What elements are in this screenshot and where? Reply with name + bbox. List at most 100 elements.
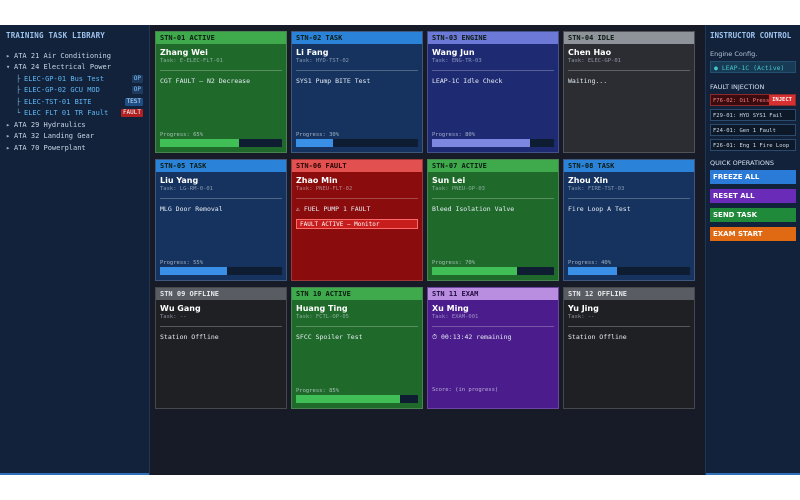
reset-button[interactable]: RESET ALL — [710, 189, 796, 203]
progress-label: Progress: 40% — [568, 260, 612, 266]
quick-ops-title: QUICK OPERATIONS — [710, 159, 774, 167]
task-type-badge: OP — [131, 74, 143, 83]
task-library-title: TRAINING TASK LIBRARY — [6, 31, 106, 40]
progress-fill — [160, 267, 228, 275]
task-description: ⚠ FUEL PUMP 1 FAULT — [296, 205, 371, 213]
station-card[interactable]: STN-06 FAULT Zhao Min Task: PNEU-FLT-02 ⚠ F… — [291, 159, 423, 281]
fault-injection-title: FAULT INJECTION — [710, 83, 765, 91]
task-code: Task: HYD-TST-02 — [296, 58, 418, 71]
task-tree: ▸ ATA 21 Air Conditioning ▾ ATA 24 Electric… — [6, 50, 143, 154]
panel-accent-line — [706, 473, 800, 475]
trainee-name: Li Fang — [296, 48, 329, 57]
trainee-name: Sun Lei — [432, 176, 466, 185]
progress-bar — [160, 267, 282, 275]
trainee-name: Yu Jing — [568, 304, 599, 313]
station-card[interactable]: STN-05 TASK Liu Yang Task: LG-RM-0-01 MLG D… — [155, 159, 287, 281]
tree-bullet-icon: ▸ — [6, 143, 11, 152]
progress-bar — [296, 139, 418, 147]
station-card[interactable]: STN 12 OFFLINE Yu Jing Task: -- Station Off… — [563, 287, 695, 409]
task-code: Task: EXAM-001 — [432, 314, 554, 327]
trainee-name: Huang Ting — [296, 304, 348, 313]
freeze-button[interactable]: FREEZE ALL — [710, 170, 796, 184]
station-header: STN-02 TASK — [292, 32, 422, 44]
fault-injection-item[interactable]: F24-01: Gen 1 Fault — [710, 124, 796, 136]
station-header: STN-07 ACTIVE — [428, 160, 558, 172]
station-header: STN-08 TASK — [564, 160, 694, 172]
progress-label: Progress: 85% — [296, 388, 340, 394]
task-library-panel: TRAINING TASK LIBRARY ▸ ATA 21 Air Condit… — [0, 25, 150, 475]
station-card[interactable]: STN 10 ACTIVE Huang Ting Task: FCTL-OP-05 S… — [291, 287, 423, 409]
panel-accent-line — [0, 473, 149, 475]
station-card[interactable]: STN-08 TASK Zhou Xin Task: FIRE-TST-03 Fire… — [563, 159, 695, 281]
progress-label: Progress: 30% — [296, 132, 340, 138]
trainee-name: Xu Ming — [432, 304, 469, 313]
tree-item-label: ATA 70 Powerplant — [14, 143, 86, 152]
fault-injection-item[interactable]: F26-01: Eng 1 Fire Loop — [710, 139, 796, 151]
ata-chapter-item[interactable]: ▸ ATA 32 Landing Gear — [6, 131, 143, 143]
task-code: Task: PNEU-OP-03 — [432, 186, 554, 199]
progress-bar — [432, 139, 554, 147]
task-code: Task: LG-RM-0-01 — [160, 186, 282, 199]
fault-injection-item[interactable]: F29-01: HYD SYS1 Fail — [710, 109, 796, 121]
task-item[interactable]: ├ ELEC-TST-01 BITE TEST — [6, 96, 143, 108]
progress-bar — [432, 267, 554, 275]
exam-score: Score: (in progress) — [432, 387, 499, 393]
tree-item-label: ATA 32 Landing Gear — [14, 132, 95, 141]
task-description: CGT FAULT — N2 Decrease — [160, 77, 251, 85]
station-grid-area: STN-01 ACTIVE Zhang Wei Task: E-ELEC-FLT-0… — [150, 25, 705, 475]
tree-bullet-icon: ├ — [16, 97, 21, 106]
task-item[interactable]: ├ ELEC-GP-01 Bus Test OP — [6, 73, 143, 85]
task-description: SFCC Spoiler Test — [296, 333, 363, 341]
tree-item-label: ATA 29 Hydraulics — [14, 120, 86, 129]
inject-button[interactable]: INJECT — [769, 95, 795, 105]
task-type-badge: FAULT — [120, 109, 143, 118]
ata-chapter-item[interactable]: ▸ ATA 70 Powerplant — [6, 142, 143, 154]
task-code: Task: ELEC-GP-01 — [568, 58, 690, 71]
station-header: STN 10 ACTIVE — [292, 288, 422, 300]
task-description: SYS1 Pump BITE Test — [296, 77, 371, 85]
station-card[interactable]: STN-02 TASK Li Fang Task: HYD-TST-02 SYS1 P… — [291, 31, 423, 153]
progress-fill — [432, 267, 518, 275]
engine-config-select[interactable]: ● LEAP-1C (Active) — [710, 61, 796, 73]
station-header: STN-06 FAULT — [292, 160, 422, 172]
trainee-name: Zhang Wei — [160, 48, 208, 57]
ata-chapter-item[interactable]: ▸ ATA 21 Air Conditioning — [6, 50, 143, 62]
progress-bar — [160, 139, 282, 147]
trainee-name: Liu Yang — [160, 176, 199, 185]
tree-bullet-icon: └ — [16, 109, 21, 118]
task-code: Task: -- — [568, 314, 690, 327]
station-header: STN-05 TASK — [156, 160, 286, 172]
send-button[interactable]: SEND TASK — [710, 208, 796, 222]
station-card[interactable]: STN-04 IDLE Chen Hao Task: ELEC-GP-01 Waiti… — [563, 31, 695, 153]
progress-fill — [568, 267, 617, 275]
tree-item-label: ELEC-GP-01 Bus Test — [24, 74, 105, 83]
station-card[interactable]: STN 11 EXAM Xu Ming Task: EXAM-001 ⏱ 00:13:… — [427, 287, 559, 409]
task-description: Bleed Isolation Valve — [432, 205, 515, 213]
task-item[interactable]: └ ELEC FLT 01 TR Fault FAULT — [6, 108, 143, 120]
tree-item-label: ATA 24 Electrical Power — [14, 63, 111, 72]
ata-chapter-item[interactable]: ▸ ATA 29 Hydraulics — [6, 119, 143, 131]
station-card[interactable]: STN-07 ACTIVE Sun Lei Task: PNEU-OP-03 Blee… — [427, 159, 559, 281]
station-card[interactable]: STN-01 ACTIVE Zhang Wei Task: E-ELEC-FLT-0… — [155, 31, 287, 153]
task-code: Task: ENG-TR-03 — [432, 58, 554, 71]
tree-bullet-icon: ▾ — [6, 63, 11, 72]
task-code: Task: FIRE-TST-03 — [568, 186, 690, 199]
exam-button[interactable]: EXAM START — [710, 227, 796, 241]
progress-label: Progress: 55% — [160, 260, 204, 266]
fault-injection-item[interactable]: F76-02: Oil Press Low INJECT — [710, 94, 796, 106]
station-grid: STN-01 ACTIVE Zhang Wei Task: E-ELEC-FLT-0… — [155, 31, 700, 409]
tree-item-label: ELEC FLT 01 TR Fault — [24, 109, 109, 118]
progress-bar — [296, 395, 418, 403]
task-item[interactable]: ├ ELEC-GP-02 GCU MOD OP — [6, 85, 143, 97]
fault-label: F29-01: HYD SYS1 Fail — [713, 113, 783, 119]
progress-label: Progress: 80% — [432, 132, 476, 138]
fault-active-banner: FAULT ACTIVE — Monitor — [296, 219, 418, 229]
task-code: Task: E-ELEC-FLT-01 — [160, 58, 282, 71]
trainee-name: Wang Jun — [432, 48, 475, 57]
task-description: Station Offline — [568, 333, 627, 341]
instructor-control-panel: INSTRUCTOR CONTROL Engine Config. ● LEAP… — [705, 25, 800, 475]
station-header: STN-03 ENGINE — [428, 32, 558, 44]
station-card[interactable]: STN 09 OFFLINE Wu Gang Task: -- Station Off… — [155, 287, 287, 409]
ata-chapter-item[interactable]: ▾ ATA 24 Electrical Power — [6, 62, 143, 74]
station-card[interactable]: STN-03 ENGINE Wang Jun Task: ENG-TR-03 LEAP… — [427, 31, 559, 153]
